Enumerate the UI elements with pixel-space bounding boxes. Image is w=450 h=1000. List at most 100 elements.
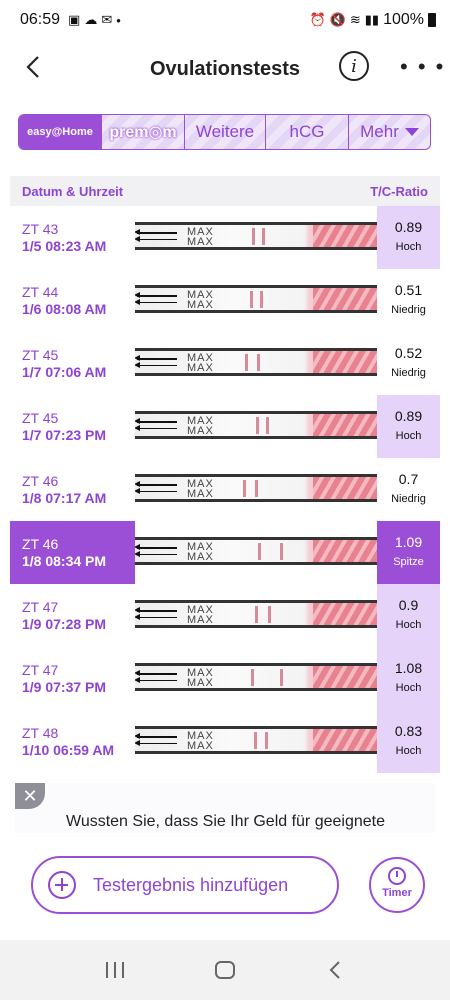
column-tc-ratio: T/C-Ratio	[370, 183, 428, 199]
strip-max-text: MAX MAX	[187, 352, 214, 374]
row-zt: ZT 47	[22, 662, 59, 678]
more-dots-icon[interactable]: • • •	[400, 54, 445, 80]
strip-brand-logo	[313, 225, 377, 247]
ratio-level: Hoch	[395, 241, 422, 253]
row-date: 1/8 08:34 PM	[22, 553, 107, 569]
row-label: ZT 44 1/6 08:08 AM	[22, 284, 106, 318]
table-row[interactable]: ZT 47 1/9 07:37 PM MAX MAX 1.08 Hoch	[10, 647, 440, 710]
stopwatch-icon	[388, 867, 406, 885]
ratio-level: Hoch	[395, 682, 422, 694]
signal-icon: ▮▮	[364, 12, 380, 27]
row-zt: ZT 47	[22, 599, 59, 615]
strip-brand-logo	[313, 414, 377, 436]
table-row[interactable]: ZT 46 1/8 08:34 PM MAX MAX 1.09 Spitze	[10, 521, 440, 584]
strip-arrows	[135, 416, 181, 434]
caret-down-icon	[404, 128, 419, 136]
row-label: ZT 43 1/5 08:23 AM	[22, 221, 106, 255]
plus-circle-icon	[48, 871, 76, 899]
table-row[interactable]: ZT 46 1/8 07:17 AM MAX MAX 0.7 Niedrig	[10, 458, 440, 521]
tc-ratio-cell: 0.89 Hoch	[377, 395, 440, 458]
table-header: Datum & Uhrzeit T/C-Ratio	[10, 176, 440, 206]
ratio-value: 0.51	[394, 282, 423, 298]
ratio-value: 0.89	[394, 408, 423, 424]
status-time: 06:59	[20, 11, 61, 28]
status-bar: 06:59 ▣ ☁ ✉ • ⏰ 🔇 ≋ ▮▮ 100%	[0, 0, 450, 40]
tab-easyathome[interactable]: easy@Home	[19, 115, 102, 149]
strip-arrows	[135, 353, 181, 371]
tab-hcg[interactable]: hCG	[266, 115, 349, 149]
info-icon[interactable]: i	[339, 51, 369, 81]
table-row[interactable]: ZT 44 1/6 08:08 AM MAX MAX 0.51 Niedrig	[10, 269, 440, 332]
ratio-value: 1.08	[394, 660, 423, 676]
row-label: ZT 47 1/9 07:28 PM	[22, 599, 106, 633]
home-nav[interactable]	[210, 958, 240, 982]
strip-control-line	[251, 669, 254, 686]
add-result-button[interactable]: Testergebnis hinzufügen	[31, 856, 339, 914]
strip-max-text: MAX MAX	[187, 226, 214, 248]
strip-test-line	[280, 669, 283, 686]
ratio-value: 0.9	[398, 597, 419, 613]
ratio-value: 0.7	[398, 471, 419, 487]
strip-arrows	[135, 605, 181, 623]
strip-max-text: MAX MAX	[187, 667, 214, 689]
tab-mehr[interactable]: Mehr	[349, 115, 430, 149]
ratio-value: 0.89	[394, 219, 423, 235]
test-strip-image: MAX MAX	[135, 285, 377, 313]
tab-premom[interactable]: prem◎m	[102, 115, 185, 149]
row-zt: ZT 43	[22, 221, 59, 237]
timer-label: Timer	[382, 887, 412, 899]
test-strip-image: MAX MAX	[135, 726, 377, 754]
mute-icon: 🔇	[329, 12, 346, 27]
app-header: Ovulationstests i • • •	[0, 40, 450, 98]
battery-icon	[428, 13, 436, 27]
tab-weitere[interactable]: Weitere	[185, 115, 266, 149]
table-row[interactable]: ZT 43 1/5 08:23 AM MAX MAX 0.89 Hoch	[10, 206, 440, 269]
table-row[interactable]: ZT 45 1/7 07:23 PM MAX MAX 0.89 Hoch	[10, 395, 440, 458]
strip-brand-logo	[313, 288, 377, 310]
table-row[interactable]: ZT 47 1/9 07:28 PM MAX MAX 0.9 Hoch	[10, 584, 440, 647]
info-banner[interactable]: ✕ Wussten Sie, dass Sie Ihr Geld für gee…	[15, 783, 435, 833]
row-label: ZT 46 1/8 08:34 PM	[22, 536, 106, 570]
test-strip-image: MAX MAX	[135, 348, 377, 376]
tc-ratio-cell: 0.89 Hoch	[377, 206, 440, 269]
timer-button[interactable]: Timer	[369, 857, 425, 913]
close-icon[interactable]: ✕	[15, 783, 45, 809]
row-date: 1/7 07:06 AM	[22, 364, 107, 380]
test-strip-image: MAX MAX	[135, 222, 377, 250]
row-label: ZT 47 1/9 07:37 PM	[22, 662, 106, 696]
chevron-left-icon[interactable]	[20, 52, 50, 82]
strip-max-text: MAX MAX	[187, 541, 214, 563]
battery-percent: 100%	[383, 11, 424, 28]
system-icons: ⏰ 🔇 ≋ ▮▮ 100%	[309, 11, 436, 29]
row-zt: ZT 45	[22, 410, 59, 426]
row-date: 1/7 07:23 PM	[22, 427, 107, 443]
brand-tabs: easy@Home prem◎m Weitere hCG Mehr	[18, 114, 431, 150]
row-label: ZT 46 1/8 07:17 AM	[22, 473, 106, 507]
table-row[interactable]: ZT 45 1/7 07:06 AM MAX MAX 0.52 Niedrig	[10, 332, 440, 395]
tc-ratio-cell: 0.52 Niedrig	[377, 332, 440, 395]
ratio-level: Spitze	[393, 556, 424, 568]
add-result-label: Testergebnis hinzufügen	[93, 874, 289, 895]
row-zt: ZT 44	[22, 284, 59, 300]
strip-brand-logo	[313, 666, 377, 688]
row-date: 1/10 06:59 AM	[22, 742, 115, 758]
row-label: ZT 45 1/7 07:06 AM	[22, 347, 106, 381]
ratio-value: 0.83	[394, 723, 423, 739]
recent-apps-icon[interactable]	[100, 958, 130, 982]
row-zt: ZT 46	[22, 536, 59, 552]
test-strip-image: MAX MAX	[135, 537, 377, 565]
strip-brand-logo	[313, 477, 377, 499]
back-nav[interactable]	[320, 958, 350, 982]
strip-max-text: MAX MAX	[187, 289, 214, 311]
table-row[interactable]: ZT 48 1/10 06:59 AM MAX MAX 0.83 Hoch	[10, 710, 440, 773]
ratio-value: 0.52	[394, 345, 423, 361]
tab-mehr-label: Mehr	[360, 122, 399, 141]
tc-ratio-cell: 0.51 Niedrig	[377, 269, 440, 332]
strip-control-line	[245, 354, 248, 371]
strip-test-line	[255, 480, 258, 497]
strip-test-line	[260, 291, 263, 308]
row-zt: ZT 45	[22, 347, 59, 363]
banner-text: Wussten Sie, dass Sie Ihr Geld für geeig…	[66, 813, 385, 830]
row-date: 1/6 08:08 AM	[22, 301, 107, 317]
row-date: 1/9 07:37 PM	[22, 679, 107, 695]
